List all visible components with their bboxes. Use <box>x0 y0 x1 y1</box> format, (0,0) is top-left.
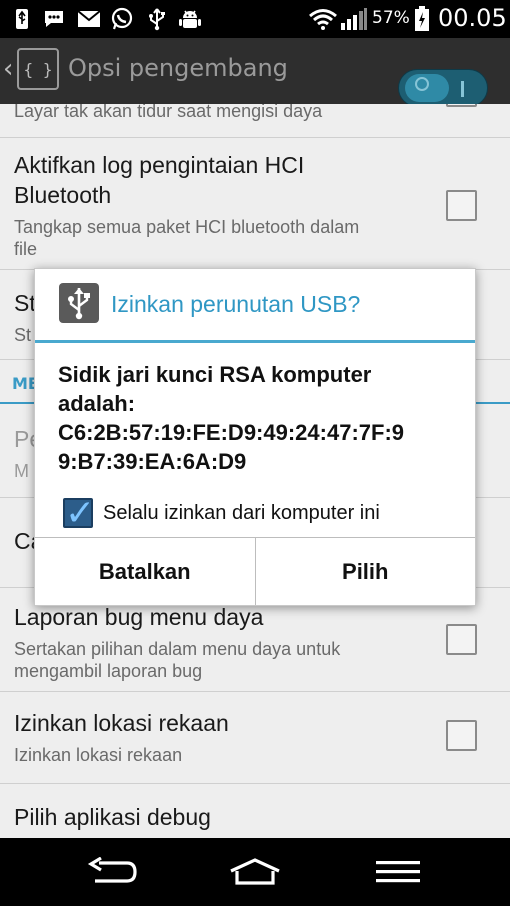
list-item-subtitle: St <box>14 325 32 345</box>
list-item-subtitle-line2: file <box>14 239 38 259</box>
android-debug-icon <box>178 7 202 31</box>
dialog-message: Sidik jari kunci RSA komputer adalah: C6… <box>58 360 458 476</box>
list-item-subtitle: Layar tak akan tidur saat mengisi daya <box>14 104 323 121</box>
list-item-title: Izinkan lokasi rekaan <box>14 710 229 736</box>
page-title: Opsi pengembang <box>68 54 288 82</box>
wifi-icon <box>308 7 338 31</box>
battery-percent: 57% <box>372 8 410 28</box>
list-item-subtitle-line2: mengambil laporan bug <box>14 661 203 681</box>
toggle-off-glyph <box>415 77 429 91</box>
gmail-icon <box>77 7 101 31</box>
up-chevron-icon[interactable]: ‹ <box>3 54 13 84</box>
list-item-title: St <box>14 290 36 316</box>
list-item-mock-location[interactable]: Izinkan lokasi rekaan Izinkan lokasi rek… <box>0 692 510 784</box>
signal-icon <box>340 7 368 31</box>
usb-icon <box>59 283 99 323</box>
ok-button[interactable]: Pilih <box>254 538 475 605</box>
home-icon[interactable] <box>225 852 285 892</box>
always-allow-label[interactable]: Selalu izinkan dari komputer ini <box>103 502 380 525</box>
list-item-select-debug-app[interactable]: Pilih aplikasi debug <box>0 784 510 838</box>
list-item-checkbox[interactable] <box>446 720 477 751</box>
toggle-on-glyph <box>461 81 464 97</box>
list-item-title-line2: Bluetooth <box>14 182 112 208</box>
dialog-title: Izinkan perunutan USB? <box>111 291 361 317</box>
usb-icon <box>10 7 34 31</box>
back-icon[interactable] <box>82 852 142 892</box>
list-item-title: Pilih aplikasi debug <box>14 804 211 830</box>
list-item-subtitle: Izinkan lokasi rekaan <box>14 745 183 765</box>
checkmark-icon: ✓ <box>65 493 96 534</box>
menu-icon[interactable] <box>368 852 428 892</box>
list-item-subtitle: Tangkap semua paket HCI bluetooth dalam <box>14 217 360 237</box>
navigation-bar <box>0 838 510 906</box>
list-item-checkbox[interactable] <box>446 190 477 221</box>
list-item-subtitle: Sertakan pilihan dalam menu daya untuk <box>14 639 341 659</box>
list-item-hci-snoop-log[interactable]: Aktifkan log pengintaian HCI Bluetooth T… <box>0 138 510 270</box>
status-bar: 57% 00.05 <box>0 0 510 38</box>
clock: 00.05 <box>438 4 507 32</box>
dialog-title-divider <box>35 340 475 343</box>
cancel-button[interactable]: Batalkan <box>35 538 255 605</box>
always-allow-checkbox[interactable]: ✓ <box>63 496 95 532</box>
message-line: adalah: <box>58 391 136 416</box>
usb-debugging-dialog: Izinkan perunutan USB? Sidik jari kunci … <box>34 268 476 606</box>
message-line: C6:2B:57:19:FE:D9:49:24:47:7F:9 <box>58 420 405 445</box>
list-item-checkbox[interactable] <box>446 104 477 107</box>
chat-icon <box>42 7 66 31</box>
developer-options-toggle[interactable] <box>398 69 488 107</box>
settings-app-icon[interactable]: { } <box>17 48 59 90</box>
dialog-header: Izinkan perunutan USB? <box>35 269 475 341</box>
dialog-button-bar: Batalkan Pilih <box>35 537 475 605</box>
list-item-stay-awake[interactable]: Layar tak akan tidur saat mengisi daya <box>0 104 510 138</box>
list-item-subtitle: M <box>14 461 29 481</box>
battery-icon <box>414 6 430 31</box>
message-line: 9:B7:39:EA:6A:D9 <box>58 449 247 474</box>
list-item-checkbox[interactable] <box>446 624 477 655</box>
list-item-title: Aktifkan log pengintaian HCI <box>14 152 305 178</box>
action-bar: ‹ { } Opsi pengembang <box>0 38 510 107</box>
list-item-title: Laporan bug menu daya <box>14 604 264 630</box>
message-line: Sidik jari kunci RSA komputer <box>58 362 372 387</box>
usb-debug-icon <box>145 7 169 31</box>
whatsapp-icon <box>110 7 134 31</box>
